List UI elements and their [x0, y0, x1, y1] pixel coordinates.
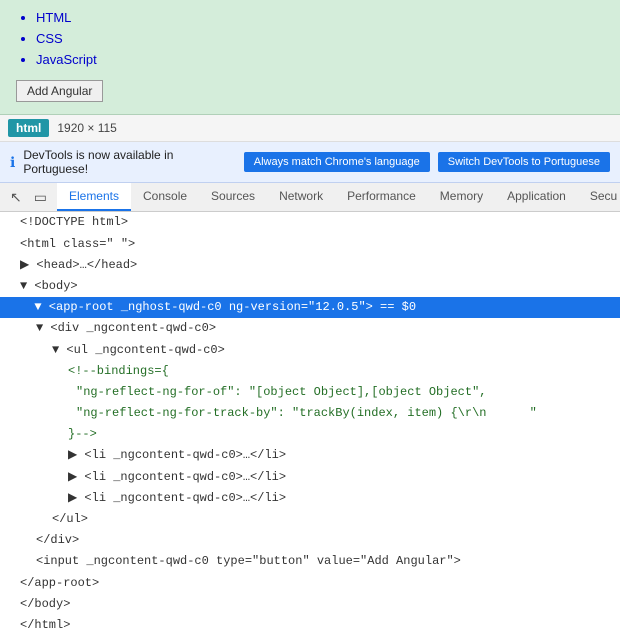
add-angular-button[interactable]: Add Angular: [16, 80, 103, 102]
code-line-9: "ng-reflect-ng-for-of": "[object Object]…: [0, 382, 620, 403]
code-line-4: ▼ <body>: [0, 276, 620, 297]
image-type-badge: html: [8, 119, 49, 137]
tab-memory[interactable]: Memory: [428, 183, 495, 211]
code-line-18: </app-root>: [0, 573, 620, 594]
tab-console[interactable]: Console: [131, 183, 199, 211]
code-line-8: <!--bindings={: [0, 361, 620, 382]
switch-language-button[interactable]: Switch DevTools to Portuguese: [438, 152, 610, 172]
code-line-17: <input _ngcontent-qwd-c0 type="button" v…: [0, 551, 620, 572]
code-line-13: ▶ <li _ngcontent-qwd-c0>…</li>: [0, 467, 620, 488]
code-line-11: }-->: [0, 424, 620, 445]
mobile-icon[interactable]: ▭: [28, 185, 53, 210]
language-banner: ℹ DevTools is now available in Portugues…: [0, 142, 620, 183]
tab-sources[interactable]: Sources: [199, 183, 267, 211]
image-size-bar: html 1920 × 115: [0, 115, 620, 142]
code-line-14: ▶ <li _ngcontent-qwd-c0>…</li>: [0, 488, 620, 509]
code-panel: <!DOCTYPE html> <html class=" "> ▶ <head…: [0, 212, 620, 636]
code-line-7: ▼ <ul _ngcontent-qwd-c0>: [0, 340, 620, 361]
code-line-5: ▼ <app-root _nghost-qwd-c0 ng-version="1…: [0, 297, 620, 318]
code-line-1: <!DOCTYPE html>: [0, 212, 620, 233]
webpage-preview: HTML CSS JavaScript Add Angular: [0, 0, 620, 115]
code-line-3: ▶ <head>…</head>: [0, 255, 620, 276]
lang-banner-text: DevTools is now available in Portuguese!: [23, 148, 235, 176]
code-line-2: <html class=" ">: [0, 234, 620, 255]
tab-network[interactable]: Network: [267, 183, 335, 211]
code-line-6: ▼ <div _ngcontent-qwd-c0>: [0, 318, 620, 339]
code-line-12: ▶ <li _ngcontent-qwd-c0>…</li>: [0, 445, 620, 466]
tab-elements[interactable]: Elements: [57, 183, 131, 211]
code-line-19: </body>: [0, 594, 620, 615]
code-line-20: </html>: [0, 615, 620, 636]
devtools-tab-bar: ↖ ▭ Elements Console Sources Network Per…: [0, 183, 620, 212]
image-dimensions: 1920 × 115: [57, 121, 117, 135]
cursor-icon[interactable]: ↖: [4, 185, 28, 210]
list-item-js: JavaScript: [36, 50, 604, 71]
list-item-html: HTML: [36, 8, 604, 29]
list-item-css: CSS: [36, 29, 604, 50]
match-language-button[interactable]: Always match Chrome's language: [244, 152, 430, 172]
code-line-16: </div>: [0, 530, 620, 551]
tab-application[interactable]: Application: [495, 183, 578, 211]
tab-performance[interactable]: Performance: [335, 183, 428, 211]
code-line-10: "ng-reflect-ng-for-track-by": "trackBy(i…: [0, 403, 620, 424]
webpage-list: HTML CSS JavaScript: [16, 8, 604, 70]
code-line-15: </ul>: [0, 509, 620, 530]
tab-security[interactable]: Secu: [578, 183, 620, 211]
info-icon: ℹ: [10, 154, 15, 171]
